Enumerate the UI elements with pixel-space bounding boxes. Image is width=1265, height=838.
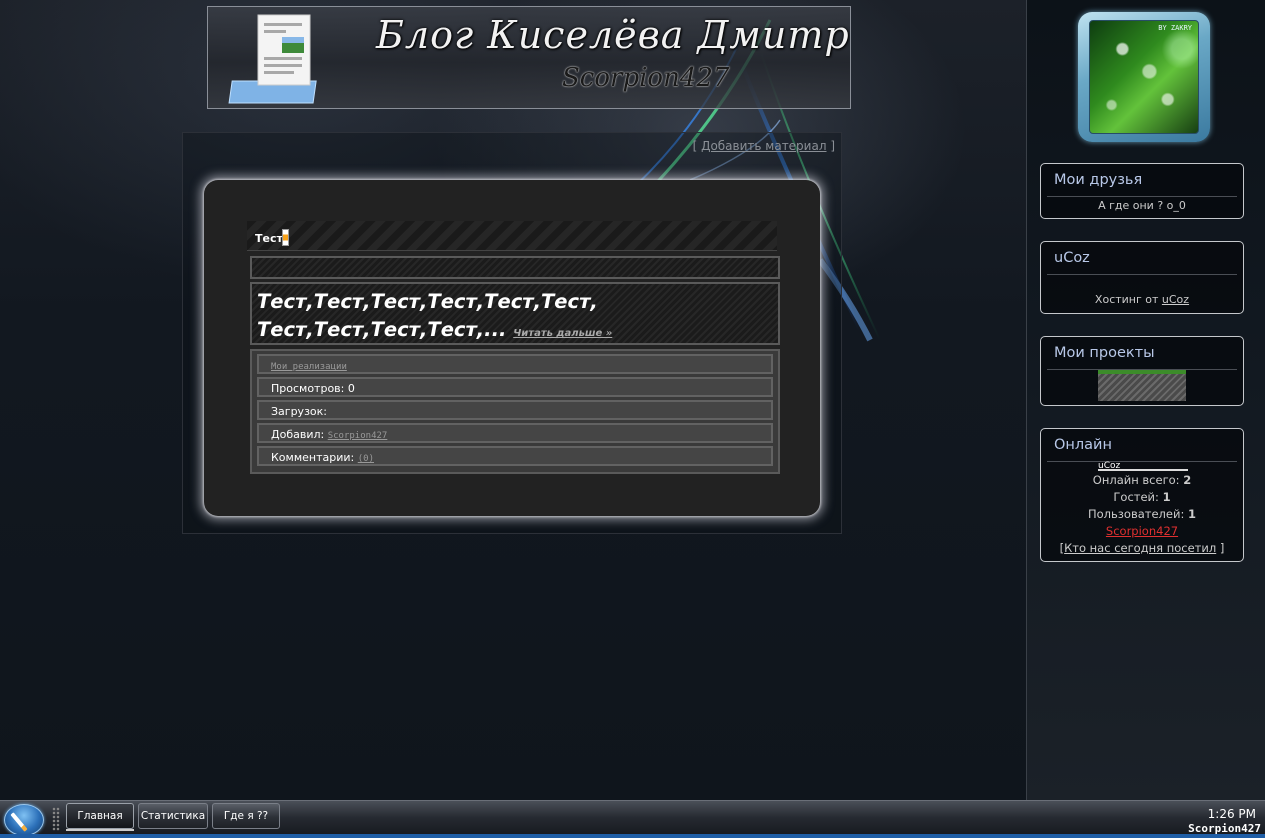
friends-title: Мои друзья [1054,172,1143,188]
entry-title-bar: Тест [247,221,777,251]
online-total: Онлайн всего: 2 [1041,473,1243,487]
main-area: Блог Киселёва Дмитрия Scorpion427 [ Доба… [0,0,1026,800]
pencil-icon [10,812,28,832]
hosting-prefix: Хостинг от [1094,293,1162,306]
views-row: Просмотров: 0 [257,377,773,397]
taskbar-bottom-strip [0,834,1265,838]
content-frame: [ Добавить материал ] Тест Тест,Тест,Тес… [182,132,842,534]
divider [1047,196,1237,197]
add-material-link-wrap: [ Добавить материал ] [693,139,835,153]
taskbar: Главная Статистика Где я ?? 1:26 PM Scor… [0,800,1265,838]
rating-flag-icon [282,229,289,246]
online-user-link[interactable]: Scorpion427 [1106,524,1178,538]
visitors-row: [Кто нас сегодня посетил ] [1041,541,1243,555]
divider [1047,274,1237,275]
avatar: BY ZAKRY [1078,12,1210,142]
bracket-close: ] [826,139,835,153]
added-by-row: Добавил: Scorpion427 [257,423,773,443]
active-indicator [66,829,134,831]
online-total-label: Онлайн всего: [1092,473,1184,487]
entry-text-box: Тест,Тест,Тест,Тест,Тест,Тест, Тест,Тест… [250,282,780,345]
bracket-open: [ [692,139,702,153]
comments-link[interactable]: (0) [358,454,374,464]
projects-title: Мои проекты [1054,345,1155,361]
online-total-value: 2 [1183,473,1192,487]
project-banner-accent [1098,370,1186,374]
category-link[interactable]: Мои реализации [271,362,347,372]
avatar-image: BY ZAKRY [1089,20,1199,134]
online-guests: Гостей: 1 [1041,490,1243,504]
guests-value: 1 [1162,490,1171,504]
bracket-close: ] [1216,541,1225,555]
downloads-label: Загрузок: [271,405,327,418]
read-more-link[interactable]: Читать дальше » [513,328,612,339]
author-link[interactable]: Scorpion427 [328,431,388,441]
ucoz-title: uCoz [1054,250,1090,266]
avatar-tag: BY ZAKRY [1158,24,1192,32]
views-label: Просмотров: [271,382,348,395]
ucoz-counter[interactable]: uCoz [1098,462,1188,471]
entry-empty-row [250,256,780,279]
entry-panel: Тест Тест,Тест,Тест,Тест,Тест,Тест, Тест… [204,180,820,516]
nav-where-am-i-button[interactable]: Где я ?? [212,803,280,829]
users-value: 1 [1187,507,1196,521]
nav-home-button[interactable]: Главная [66,803,134,829]
comments-row: Комментарии: (0) [257,446,773,466]
blog-subtitle: Scorpion427 [562,63,730,93]
taskbar-clock: 1:26 PM [1207,807,1256,821]
downloads-row: Загрузок: [257,400,773,420]
hosting-text: Хостинг от uCoz [1041,293,1243,306]
category-row: Мои реализации [257,354,773,374]
start-orb-icon[interactable] [4,804,44,836]
blog-title: Блог Киселёва Дмитрия [376,13,851,57]
online-title: Онлайн [1054,437,1112,453]
added-by-label: Добавил: [271,428,328,441]
views-count: 0 [347,382,355,395]
guests-label: Гостей: [1113,490,1163,504]
friends-text: А где они ? o_0 [1098,199,1186,212]
entry-details: Мои реализации Просмотров: 0 Загрузок: Д… [250,349,780,474]
ucoz-block: uCoz Хостинг от uCoz [1040,241,1244,314]
friends-block: Мои друзья А где они ? o_0 [1040,163,1244,219]
document-icon [228,14,317,104]
projects-block: Мои проекты [1040,336,1244,406]
nav-statistics-button[interactable]: Статистика [138,803,208,829]
online-block: Онлайн uCoz Онлайн всего: 2 Гостей: 1 По… [1040,428,1244,562]
header-banner: Блог Киселёва Дмитрия Scorpion427 [207,6,851,109]
taskbar-grip [52,807,60,831]
entry-title: Тест [255,232,283,245]
comments-label: Комментарии: [271,451,358,464]
visitors-today-link[interactable]: Кто нас сегодня посетил [1064,541,1216,555]
add-material-link[interactable]: Добавить материал [701,139,826,153]
online-users: Пользователей: 1 [1041,507,1243,521]
project-banner[interactable] [1098,370,1186,401]
users-label: Пользователей: [1087,507,1188,521]
online-user-row: Scorpion427 [1041,524,1243,538]
entry-text: Тест,Тест,Тест,Тест,Тест,Тест, Тест,Тест… [257,288,777,348]
ucoz-link[interactable]: uCoz [1162,293,1189,306]
